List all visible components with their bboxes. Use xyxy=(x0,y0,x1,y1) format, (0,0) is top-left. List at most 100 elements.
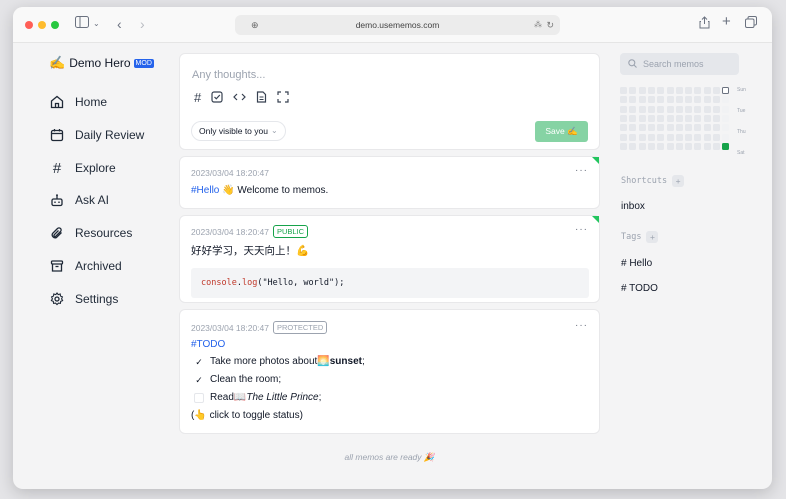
heatmap-cell[interactable] xyxy=(638,114,646,122)
heatmap-cell[interactable] xyxy=(620,133,627,141)
heatmap-cell[interactable] xyxy=(666,105,674,113)
heatmap-cell[interactable] xyxy=(694,96,702,104)
heatmap-cell[interactable] xyxy=(638,105,646,113)
heatmap-cell[interactable] xyxy=(647,96,655,104)
heatmap-cell[interactable] xyxy=(638,133,646,141)
heatmap-cell[interactable] xyxy=(722,114,730,122)
heatmap-cell[interactable] xyxy=(703,142,711,150)
heatmap-cell[interactable] xyxy=(675,124,683,132)
checkmark-icon[interactable]: ✓ xyxy=(194,375,204,385)
search-input[interactable]: Search memos xyxy=(620,53,739,75)
heatmap-cell[interactable] xyxy=(657,133,665,141)
new-tab-icon[interactable]: + xyxy=(722,14,731,30)
memo-input[interactable]: Any thoughts... xyxy=(192,69,265,81)
heatmap-cell[interactable] xyxy=(713,105,720,113)
add-tag-button[interactable]: + xyxy=(646,231,659,243)
checkmark-icon[interactable]: ✓ xyxy=(194,357,204,367)
heatmap-cell[interactable] xyxy=(713,114,720,122)
heatmap-cell[interactable] xyxy=(713,133,720,141)
heatmap-cell[interactable] xyxy=(694,133,702,141)
heatmap-cell[interactable] xyxy=(647,124,655,132)
task-item[interactable]: Read 📖 The Little Prince; xyxy=(194,392,321,403)
heatmap-cell[interactable] xyxy=(685,105,693,113)
close-window-button[interactable] xyxy=(25,21,33,29)
forward-icon[interactable]: › xyxy=(140,16,145,32)
heatmap-cell[interactable] xyxy=(675,105,683,113)
heatmap-cell[interactable] xyxy=(629,124,637,132)
heatmap-cell[interactable] xyxy=(666,114,674,122)
heatmap-cell[interactable] xyxy=(675,142,683,150)
tabs-overview-icon[interactable] xyxy=(745,16,757,32)
heatmap-cell[interactable] xyxy=(694,124,702,132)
heatmap-cell[interactable] xyxy=(675,87,683,94)
heatmap-cell[interactable] xyxy=(703,105,711,113)
task-item[interactable]: ✓ Take more photos about 🌅 sunset; xyxy=(194,356,365,367)
reload-icon[interactable]: ↻ xyxy=(546,15,554,35)
heatmap-cell[interactable] xyxy=(713,142,720,150)
heatmap-cell[interactable] xyxy=(657,124,665,132)
heatmap-cell[interactable] xyxy=(620,124,627,132)
sidebar-toggle-icon[interactable] xyxy=(75,16,89,32)
sidebar-item-home[interactable]: Home xyxy=(49,91,107,113)
visibility-select[interactable]: Only visible to you ⌄ xyxy=(191,121,286,141)
heatmap-cell[interactable] xyxy=(722,105,730,113)
heatmap-cell[interactable] xyxy=(675,96,683,104)
sidebar-item-daily-review[interactable]: Daily Review xyxy=(49,124,144,146)
minimize-window-button[interactable] xyxy=(38,21,46,29)
tag-item[interactable]: # TODO xyxy=(621,283,658,294)
heatmap-cell[interactable] xyxy=(703,87,711,94)
heatmap-cell[interactable] xyxy=(620,114,627,122)
heatmap-cell[interactable] xyxy=(722,124,730,132)
sidebar-item-resources[interactable]: Resources xyxy=(49,222,132,244)
heatmap-cell[interactable] xyxy=(694,105,702,113)
heatmap-cell[interactable] xyxy=(685,124,693,132)
user-banner[interactable]: ✍️ Demo Hero MOD xyxy=(49,55,154,71)
memo-tag-link[interactable]: #TODO xyxy=(191,339,225,350)
heatmap-cell[interactable] xyxy=(722,87,730,94)
more-options-icon[interactable]: ··· xyxy=(575,165,588,176)
heatmap-cell[interactable] xyxy=(629,142,637,150)
save-button[interactable]: Save ✍️ xyxy=(535,121,588,142)
heatmap-cell[interactable] xyxy=(657,142,665,150)
heatmap-cell[interactable] xyxy=(722,96,730,104)
sidebar-item-explore[interactable]: # Explore xyxy=(49,157,116,179)
heatmap-cell[interactable] xyxy=(629,133,637,141)
heatmap-cell[interactable] xyxy=(629,96,637,104)
sidebar-item-settings[interactable]: Settings xyxy=(49,288,118,310)
heatmap-cell[interactable] xyxy=(620,96,627,104)
heatmap-cell[interactable] xyxy=(647,87,655,94)
heatmap-cell[interactable] xyxy=(666,133,674,141)
hash-icon[interactable]: # xyxy=(194,91,201,106)
address-bar[interactable]: ⊕ demo.usememos.com ⁂ ↻ xyxy=(235,15,560,35)
shortcut-item[interactable]: inbox xyxy=(621,201,645,212)
heatmap-cell[interactable] xyxy=(638,124,646,132)
heatmap-cell[interactable] xyxy=(657,96,665,104)
heatmap-cell[interactable] xyxy=(620,87,627,94)
heatmap-cell[interactable] xyxy=(638,87,646,94)
back-icon[interactable]: ‹ xyxy=(117,16,122,32)
share-icon[interactable] xyxy=(699,16,710,33)
heatmap-cell[interactable] xyxy=(657,87,665,94)
heatmap-cell[interactable] xyxy=(647,142,655,150)
sidebar-item-ask-ai[interactable]: Ask AI xyxy=(49,189,109,211)
heatmap-cell[interactable] xyxy=(703,96,711,104)
add-shortcut-button[interactable]: + xyxy=(672,175,685,187)
heatmap-cell[interactable] xyxy=(694,87,702,94)
maximize-window-button[interactable] xyxy=(51,21,59,29)
heatmap-cell[interactable] xyxy=(685,114,693,122)
heatmap-cell[interactable] xyxy=(694,114,702,122)
more-options-icon[interactable]: ··· xyxy=(575,224,588,235)
memo-tag-link[interactable]: #Hello xyxy=(191,185,219,196)
heatmap-cell[interactable] xyxy=(666,87,674,94)
heatmap-cell[interactable] xyxy=(657,105,665,113)
file-icon[interactable] xyxy=(256,91,267,106)
heatmap-cell[interactable] xyxy=(657,114,665,122)
heatmap-cell[interactable] xyxy=(703,133,711,141)
tag-item[interactable]: # Hello xyxy=(621,258,652,269)
checkbox-icon[interactable] xyxy=(211,91,223,106)
heatmap-cell[interactable] xyxy=(647,133,655,141)
heatmap-cell[interactable] xyxy=(685,96,693,104)
heatmap-cell[interactable] xyxy=(685,142,693,150)
heatmap-cell[interactable] xyxy=(629,114,637,122)
heatmap-cell[interactable] xyxy=(666,96,674,104)
